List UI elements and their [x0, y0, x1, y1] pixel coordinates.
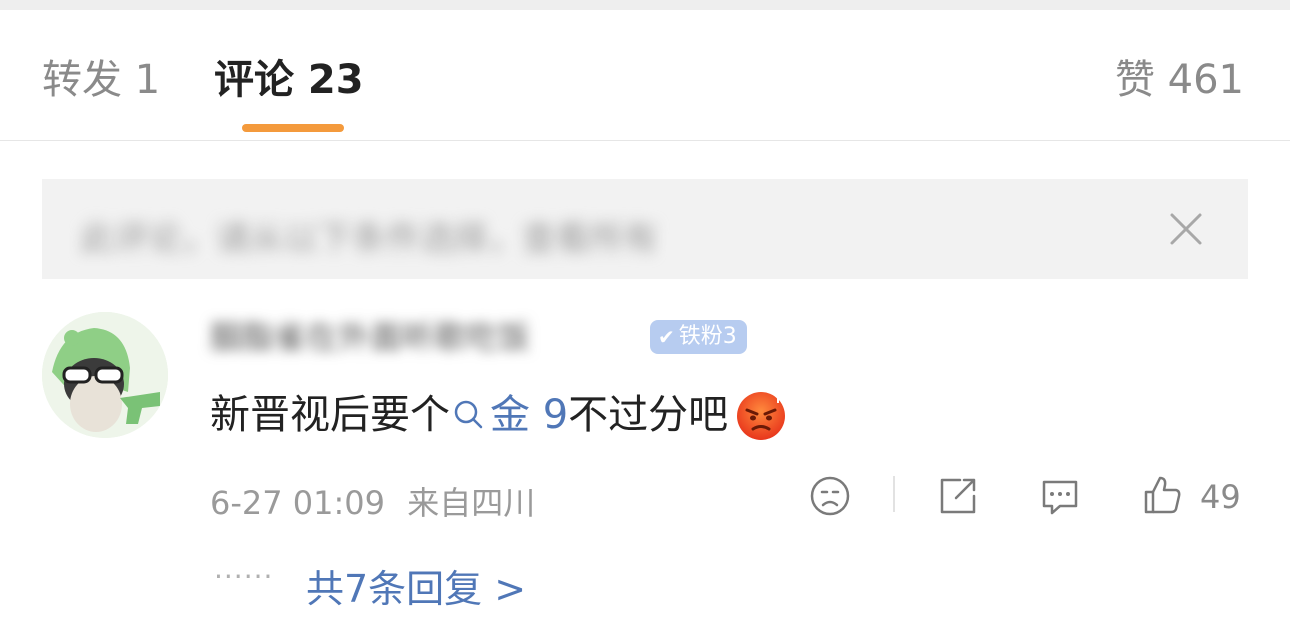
badge-label: 铁粉3 [678, 324, 737, 349]
username-text: 胭脂雀在外面听歌吃饭 [210, 318, 531, 356]
search-link[interactable]: 金 9 [450, 391, 568, 439]
notice-text: 此评论，请从以下条件选择，查看所有 [80, 219, 658, 259]
tab-like[interactable]: 赞 461 [1115, 60, 1244, 100]
tab-comment[interactable]: 评论 23 [214, 60, 364, 100]
angry-face-icon [737, 392, 786, 440]
tab-bar: 转发 1 评论 23 赞 461 [0, 10, 1290, 141]
like-count: 49 [1200, 478, 1241, 516]
fan-badge[interactable]: ✔ 铁粉3 [650, 320, 747, 354]
tab-forward[interactable]: 转发 1 [42, 60, 160, 100]
comment-text-after: 不过分吧 [568, 392, 729, 438]
location: 来自四川 [407, 484, 536, 522]
notice-banner: 此评论，请从以下条件选择，查看所有 [42, 179, 1248, 279]
status-strip [0, 0, 1290, 10]
search-icon [454, 400, 483, 429]
search-term: 金 9 [490, 392, 569, 438]
active-tab-indicator [242, 124, 344, 132]
username[interactable]: 胭脂雀在外面听歌吃饭 [210, 312, 650, 358]
comment-meta: 6-27 01:09 来自四川 [210, 478, 535, 524]
timestamp: 6-27 01:09 [210, 484, 386, 522]
reply-dots: ······ [214, 560, 274, 593]
check-icon: ✔ [658, 325, 675, 349]
avatar[interactable] [42, 312, 168, 438]
comment-text: 新晋视后要个 金 9 不过分吧 [210, 388, 788, 442]
close-icon[interactable] [1164, 207, 1208, 251]
thumbs-up-icon[interactable] [1140, 472, 1184, 516]
view-replies-link[interactable]: 共7条回复 > [306, 558, 526, 613]
action-divider [893, 476, 895, 512]
share-icon[interactable] [936, 474, 980, 518]
comment-text-before: 新晋视后要个 [210, 392, 450, 438]
comment-icon[interactable] [1038, 474, 1082, 518]
dislike-icon[interactable] [808, 474, 852, 518]
